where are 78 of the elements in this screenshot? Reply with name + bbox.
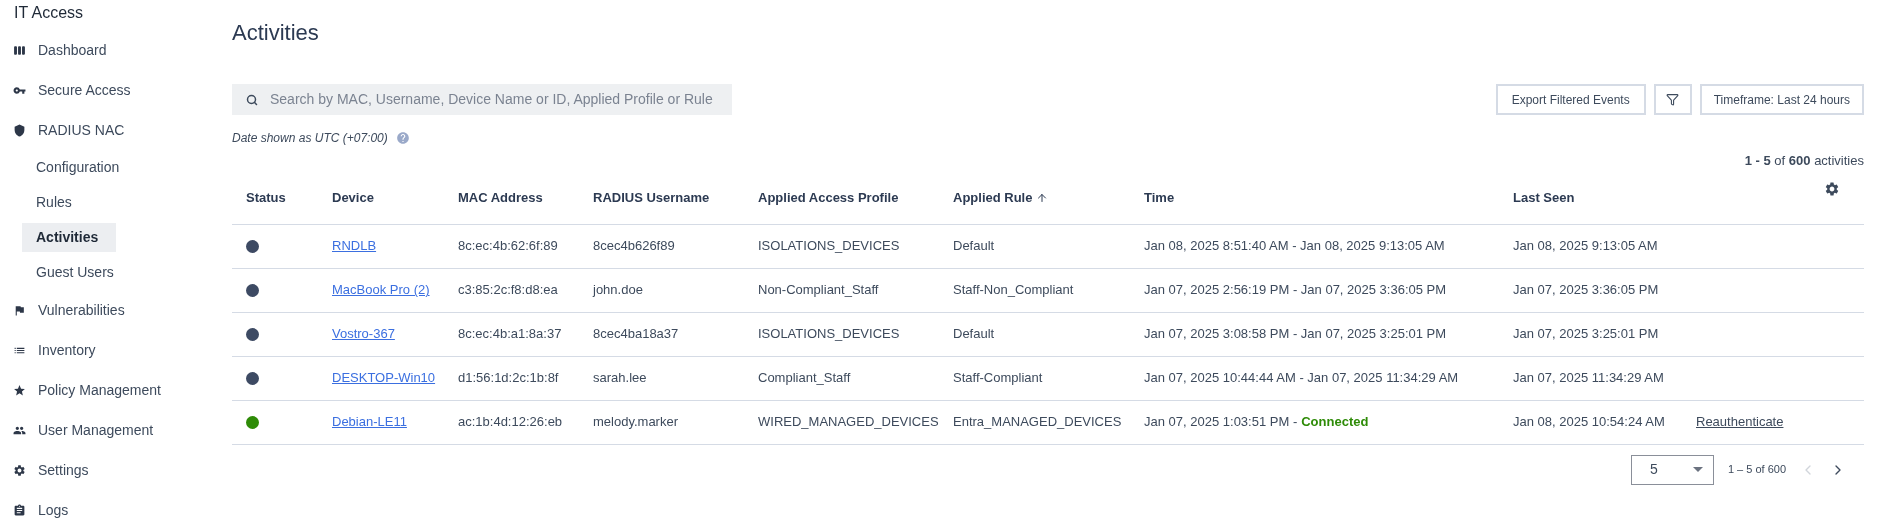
reauthenticate-link[interactable]: Reauthenticate bbox=[1696, 414, 1784, 430]
export-button[interactable]: Export Filtered Events bbox=[1495, 84, 1646, 115]
page-size-select[interactable]: 5 bbox=[1630, 454, 1714, 485]
applied-rule: Default bbox=[953, 238, 995, 254]
date-note: Date shown as UTC (+07:00) bbox=[232, 130, 388, 147]
settings-icon bbox=[13, 463, 26, 477]
access-profile: ISOLATIONS_DEVICES bbox=[758, 238, 900, 254]
timeframe-button[interactable]: Timeframe: Last 24 hours bbox=[1699, 84, 1864, 115]
filter-button[interactable] bbox=[1653, 84, 1692, 115]
sidebar-subitem[interactable]: Guest Users bbox=[22, 258, 116, 287]
clipboard-icon bbox=[13, 503, 26, 517]
app-title: IT Access bbox=[13, 3, 85, 23]
access-profile: Non-Compliant_Staff bbox=[758, 282, 879, 298]
last-seen: Jan 07, 2025 11:34:29 AM bbox=[1513, 370, 1664, 386]
username: 8cec4b626f89 bbox=[593, 238, 675, 254]
flag-icon bbox=[13, 303, 26, 317]
mac-address: c3:85:2c:f8:d8:ea bbox=[458, 282, 558, 298]
page-range: 1 – 5 of 600 bbox=[1727, 462, 1786, 478]
sidebar-item[interactable]: Vulnerabilities bbox=[0, 290, 232, 330]
device-link[interactable]: MacBook Pro (2) bbox=[332, 282, 430, 298]
applied-rule: Staff-Non_Compliant bbox=[953, 282, 1074, 298]
sidebar-subitem[interactable]: Rules bbox=[22, 188, 116, 217]
dropdown-caret-icon bbox=[1692, 467, 1703, 472]
column-header[interactable]: Applied Rule bbox=[953, 188, 1049, 208]
last-seen: Jan 07, 2025 3:25:01 PM bbox=[1513, 326, 1659, 342]
applied-rule: Entra_MANAGED_DEVICES bbox=[953, 414, 1122, 430]
access-profile: WIRED_MANAGED_DEVICES bbox=[758, 414, 939, 430]
username: sarah.lee bbox=[593, 370, 647, 386]
applied-rule: Default bbox=[953, 326, 995, 342]
time-range: Jan 08, 2025 8:51:40 AM - Jan 08, 2025 9:13:05 AM bbox=[1144, 237, 1445, 256]
activity-count: 1 - 5 of 600 activities bbox=[1744, 152, 1864, 170]
username: john.doe bbox=[593, 282, 643, 298]
page-title: Activities bbox=[232, 19, 320, 47]
device-link[interactable]: RNDLB bbox=[332, 238, 377, 254]
connected-status: Connected bbox=[1301, 413, 1369, 432]
mac-address: 8c:ec:4b:a1:8a:37 bbox=[458, 326, 562, 342]
shield-icon bbox=[13, 123, 26, 137]
last-seen: Jan 08, 2025 10:54:24 AM bbox=[1513, 414, 1665, 430]
search-icon bbox=[246, 93, 258, 106]
column-header[interactable]: Device bbox=[332, 188, 374, 208]
time-range: Jan 07, 2025 10:44:44 AM - Jan 07, 2025 11:34:29 AM bbox=[1144, 369, 1459, 388]
username: 8cec4ba18a37 bbox=[593, 326, 679, 342]
mac-address: 8c:ec:4b:62:6f:89 bbox=[458, 238, 558, 254]
time-range: Jan 07, 2025 1:03:51 PM - bbox=[1144, 413, 1298, 432]
last-seen: Jan 07, 2025 3:36:05 PM bbox=[1513, 282, 1659, 298]
device-link[interactable]: Debian-LE11 bbox=[332, 414, 407, 430]
username: melody.marker bbox=[593, 414, 678, 430]
mac-address: d1:56:1d:2c:1b:8f bbox=[458, 370, 559, 386]
column-header[interactable]: Applied Access Profile bbox=[758, 188, 899, 208]
search-field[interactable]: Search by MAC, Username, Device Name or ID, Applied Profile or Rule bbox=[232, 84, 732, 115]
column-header[interactable]: RADIUS Username bbox=[593, 188, 710, 208]
mac-address: ac:1b:4d:12:26:eb bbox=[458, 414, 563, 430]
sidebar-item[interactable]: User Management bbox=[0, 410, 232, 450]
column-header[interactable]: Time bbox=[1144, 188, 1175, 208]
time-range: Jan 07, 2025 2:56:19 PM - Jan 07, 2025 3:36:05 PM bbox=[1144, 281, 1447, 300]
device-link[interactable]: DESKTOP-Win10 bbox=[332, 370, 436, 386]
sidebar-item[interactable]: Inventory bbox=[0, 330, 232, 370]
sidebar-item[interactable]: Settings bbox=[0, 450, 232, 490]
device-link[interactable]: Vostro-367 bbox=[332, 326, 395, 342]
time-range: Jan 07, 2025 3:08:58 PM - Jan 07, 2025 3:25:01 PM bbox=[1144, 325, 1447, 344]
star-icon bbox=[13, 383, 26, 397]
sidebar-item[interactable]: RADIUS NAC bbox=[0, 110, 232, 150]
last-seen: Jan 08, 2025 9:13:05 AM bbox=[1513, 238, 1658, 254]
filter-icon bbox=[1666, 93, 1680, 106]
sidebar-item[interactable]: Policy Management bbox=[0, 370, 232, 410]
sort-arrow-icon bbox=[1036, 192, 1049, 204]
sidebar-item[interactable]: Secure Access bbox=[0, 70, 232, 110]
applied-rule: Staff-Compliant bbox=[953, 370, 1043, 386]
column-header[interactable]: Last Seen bbox=[1513, 188, 1575, 208]
column-header[interactable]: Status bbox=[246, 188, 286, 208]
column-header[interactable]: MAC Address bbox=[458, 188, 543, 208]
sidebar-item[interactable]: Dashboard bbox=[0, 30, 232, 70]
access-profile: Compliant_Staff bbox=[758, 370, 851, 386]
columns-icon bbox=[13, 43, 26, 57]
sidebar-subitem[interactable]: Activities bbox=[22, 223, 116, 252]
access-profile: ISOLATIONS_DEVICES bbox=[758, 326, 900, 342]
settings-icon[interactable] bbox=[1824, 180, 1840, 197]
sidebar-item[interactable]: Logs bbox=[0, 490, 232, 530]
